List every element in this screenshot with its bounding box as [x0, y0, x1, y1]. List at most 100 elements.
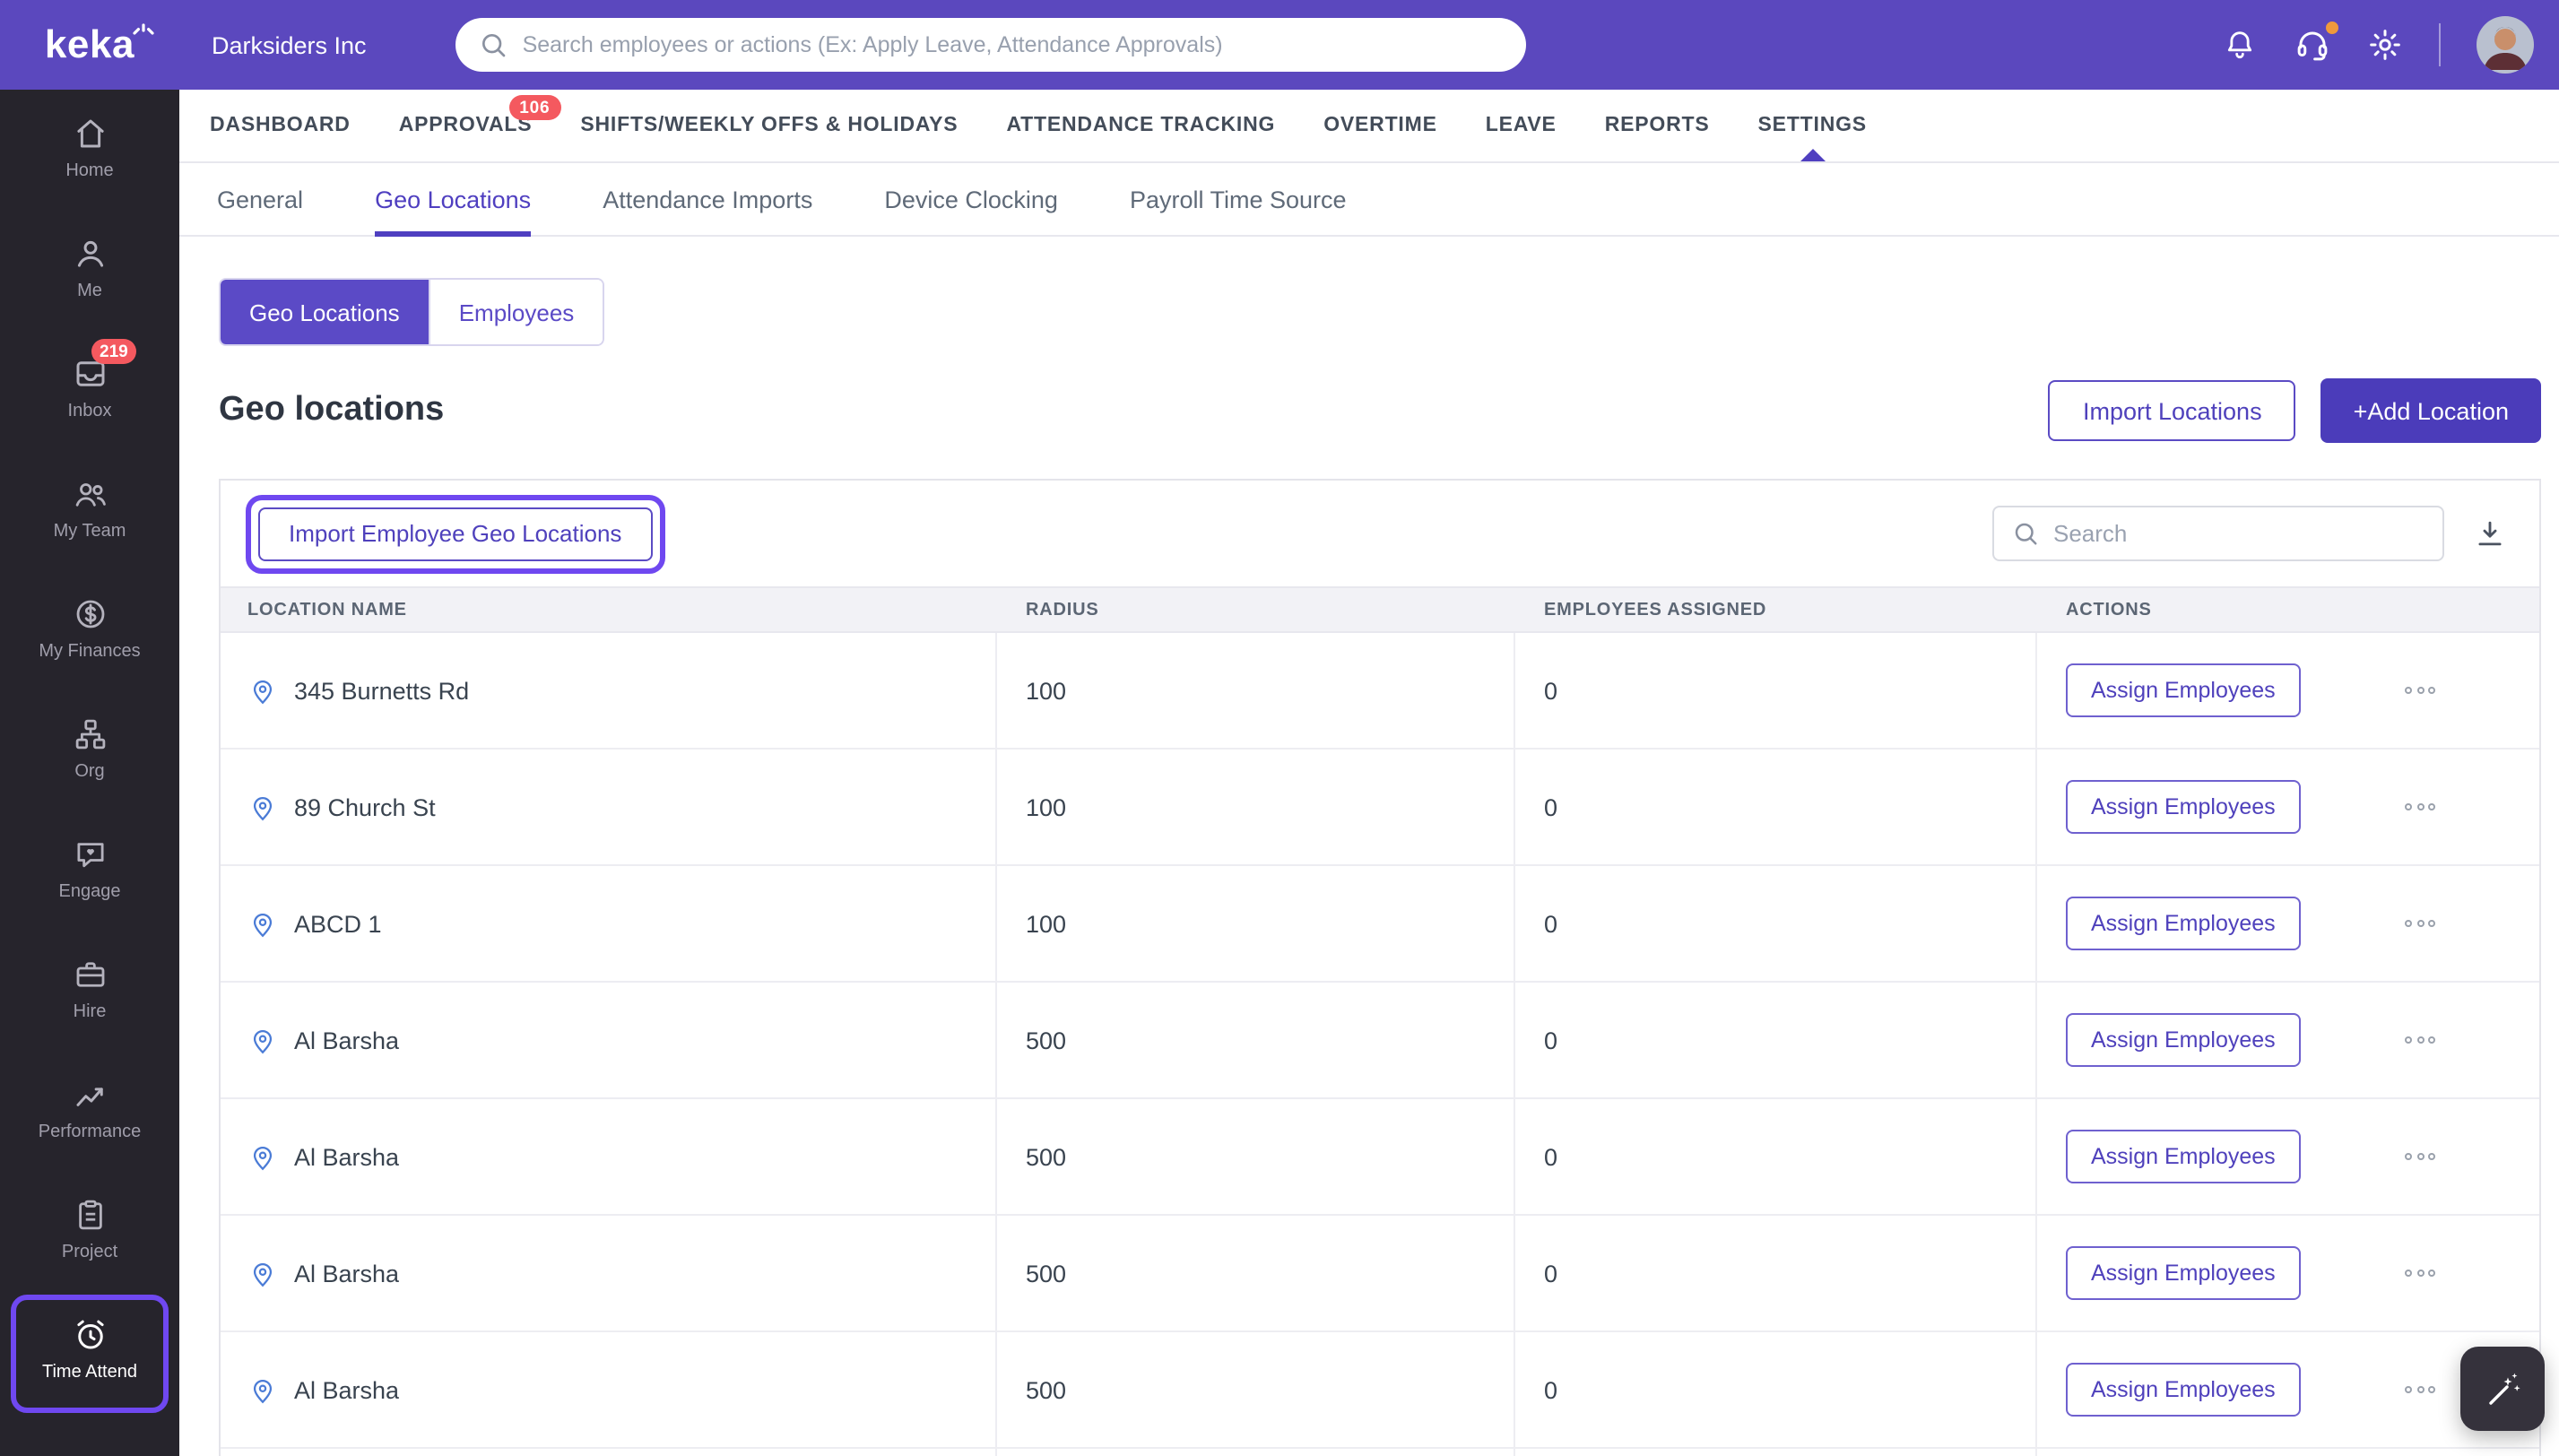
tab-overtime[interactable]: OVERTIME	[1323, 90, 1437, 161]
subtab-geo-locations[interactable]: Geo Locations	[375, 163, 532, 237]
inbox-icon: 219	[71, 339, 137, 393]
table-row: ABCD 1 100 0 Assign Employees	[221, 866, 2539, 983]
support-notification-dot	[2324, 19, 2340, 35]
notifications-bell-icon[interactable]	[2222, 27, 2258, 63]
location-name: ABCD 1	[294, 910, 382, 937]
sidebar-item-engage[interactable]: Engage	[11, 814, 169, 932]
add-location-button[interactable]: +Add Location	[2320, 378, 2541, 443]
column-header-location-name: LOCATION NAME	[247, 600, 407, 620]
tab-leave[interactable]: LEAVE	[1486, 90, 1557, 161]
toggle-geo-locations[interactable]: Geo Locations	[221, 280, 429, 344]
briefcase-icon	[71, 956, 108, 993]
download-icon[interactable]	[2473, 516, 2507, 550]
subtab-device-clocking[interactable]: Device Clocking	[884, 163, 1058, 235]
location-name: Al Barsha	[294, 1143, 400, 1170]
employees-assigned-value: 0	[1515, 983, 2037, 1097]
table-row: Al Barsha 500 0 Assign Employees	[221, 1099, 2539, 1216]
table-row: Al Barsha 500 0 Assign Employees	[221, 1216, 2539, 1332]
location-name: Al Barsha	[294, 1260, 400, 1287]
keka-logo[interactable]: keka	[0, 0, 179, 90]
geo-locations-card: Import Employee Geo Locations LOCATION N…	[219, 479, 2541, 1456]
subtab-payroll-time-source[interactable]: Payroll Time Source	[1130, 163, 1347, 235]
sidebar-item-me[interactable]: Me	[11, 213, 169, 332]
row-menu-icon[interactable]	[2405, 687, 2435, 694]
toggle-employees[interactable]: Employees	[428, 280, 603, 344]
row-menu-icon[interactable]	[2405, 1270, 2435, 1277]
import-locations-button[interactable]: Import Locations	[2048, 380, 2296, 441]
assign-employees-button[interactable]: Assign Employees	[2066, 1246, 2301, 1300]
sidebar-item-label: Performance	[38, 1122, 142, 1142]
sidebar-item-label: Inbox	[67, 402, 112, 421]
keka-logo-text: keka	[44, 22, 135, 66]
sidebar-item-project[interactable]: Project	[11, 1174, 169, 1293]
user-avatar[interactable]	[2477, 16, 2534, 74]
sidebar-item-label: Project	[61, 1243, 118, 1262]
assign-employees-button[interactable]: Assign Employees	[2066, 663, 2301, 717]
subtab-general[interactable]: General	[217, 163, 303, 235]
tab-approvals[interactable]: APPROVALS 106	[399, 90, 561, 161]
sidebar-item-my-team[interactable]: My Team	[11, 454, 169, 572]
import-employee-geo-locations-button[interactable]: Import Employee Geo Locations	[258, 507, 653, 560]
assign-employees-button[interactable]: Assign Employees	[2066, 1013, 2301, 1067]
table-row: Al Barsha 500 0 Assign Employees	[221, 983, 2539, 1099]
table-row: Al Barsha 500 0 Assign Employees	[221, 1332, 2539, 1449]
assign-employees-button[interactable]: Assign Employees	[2066, 780, 2301, 834]
sidebar-item-my-finances[interactable]: My Finances	[11, 574, 169, 692]
ai-assistant-fab[interactable]	[2460, 1347, 2545, 1431]
employees-assigned-value: 0	[1515, 1216, 2037, 1330]
search-icon	[2012, 520, 2039, 547]
module-nav: DASHBOARD APPROVALS 106 SHIFTS/WEEKLY OFF…	[179, 90, 2559, 163]
approvals-badge: 106	[508, 95, 561, 121]
page-title: Geo locations	[219, 391, 445, 429]
row-menu-icon[interactable]	[2405, 803, 2435, 810]
sidebar-item-label: Me	[77, 282, 102, 301]
row-menu-icon[interactable]	[2405, 1036, 2435, 1044]
radius-value: 500	[997, 1216, 1515, 1330]
dollar-icon	[71, 595, 108, 633]
row-menu-icon[interactable]	[2405, 920, 2435, 927]
employees-assigned-value: 0	[1515, 866, 2037, 981]
clipboard-icon	[71, 1196, 108, 1234]
sidebar-item-performance[interactable]: Performance	[11, 1054, 169, 1173]
home-icon	[71, 115, 108, 152]
radius-value: 100	[997, 866, 1515, 981]
sidebar-item-hire[interactable]: Hire	[11, 934, 169, 1053]
table-search[interactable]	[1992, 506, 2444, 561]
radius-value: 100	[997, 633, 1515, 748]
topbar: keka Darksiders Inc	[0, 0, 2559, 90]
column-header-employees-assigned: EMPLOYEES ASSIGNED	[1544, 600, 1767, 620]
sidebar-item-label: Home	[65, 161, 114, 181]
table-search-input[interactable]	[2053, 520, 2425, 547]
assign-employees-button[interactable]: Assign Employees	[2066, 1363, 2301, 1417]
sidebar-item-home[interactable]: Home	[11, 93, 169, 212]
global-search[interactable]	[455, 18, 1527, 72]
radius-value: 500	[997, 1332, 1515, 1447]
location-name: 345 Burnetts Rd	[294, 677, 470, 704]
tab-shifts-weekly-offs-holidays[interactable]: SHIFTS/WEEKLY OFFS & HOLIDAYS	[580, 90, 958, 161]
column-header-radius: RADIUS	[1026, 600, 1099, 620]
map-pin-icon	[247, 792, 278, 822]
row-menu-icon[interactable]	[2405, 1386, 2435, 1393]
settings-gear-icon[interactable]	[2367, 27, 2403, 63]
assign-employees-button[interactable]: Assign Employees	[2066, 897, 2301, 950]
sidebar-item-label: Engage	[58, 882, 121, 902]
trend-chart-icon	[71, 1076, 108, 1114]
map-pin-icon	[247, 908, 278, 939]
global-search-input[interactable]	[522, 32, 1504, 57]
sidebar-item-time-attend[interactable]: Time Attend	[11, 1295, 169, 1413]
table-row-partial	[221, 1449, 2539, 1456]
tab-attendance-tracking[interactable]: ATTENDANCE TRACKING	[1006, 90, 1275, 161]
assign-employees-button[interactable]: Assign Employees	[2066, 1130, 2301, 1183]
sidebar-item-inbox[interactable]: 219 Inbox	[11, 334, 169, 452]
subtab-attendance-imports[interactable]: Attendance Imports	[603, 163, 812, 235]
table-row: 345 Burnetts Rd 100 0 Assign Employees	[221, 633, 2539, 750]
sidebar-item-label: Hire	[73, 1002, 107, 1022]
tab-reports[interactable]: REPORTS	[1605, 90, 1710, 161]
row-menu-icon[interactable]	[2405, 1153, 2435, 1160]
topbar-icons	[2222, 16, 2559, 74]
support-headset-icon[interactable]	[2294, 19, 2340, 64]
tab-dashboard[interactable]: DASHBOARD	[210, 90, 351, 161]
employees-assigned-value: 0	[1515, 633, 2037, 748]
sidebar-item-org[interactable]: Org	[11, 694, 169, 812]
tab-settings[interactable]: SETTINGS	[1758, 90, 1867, 161]
